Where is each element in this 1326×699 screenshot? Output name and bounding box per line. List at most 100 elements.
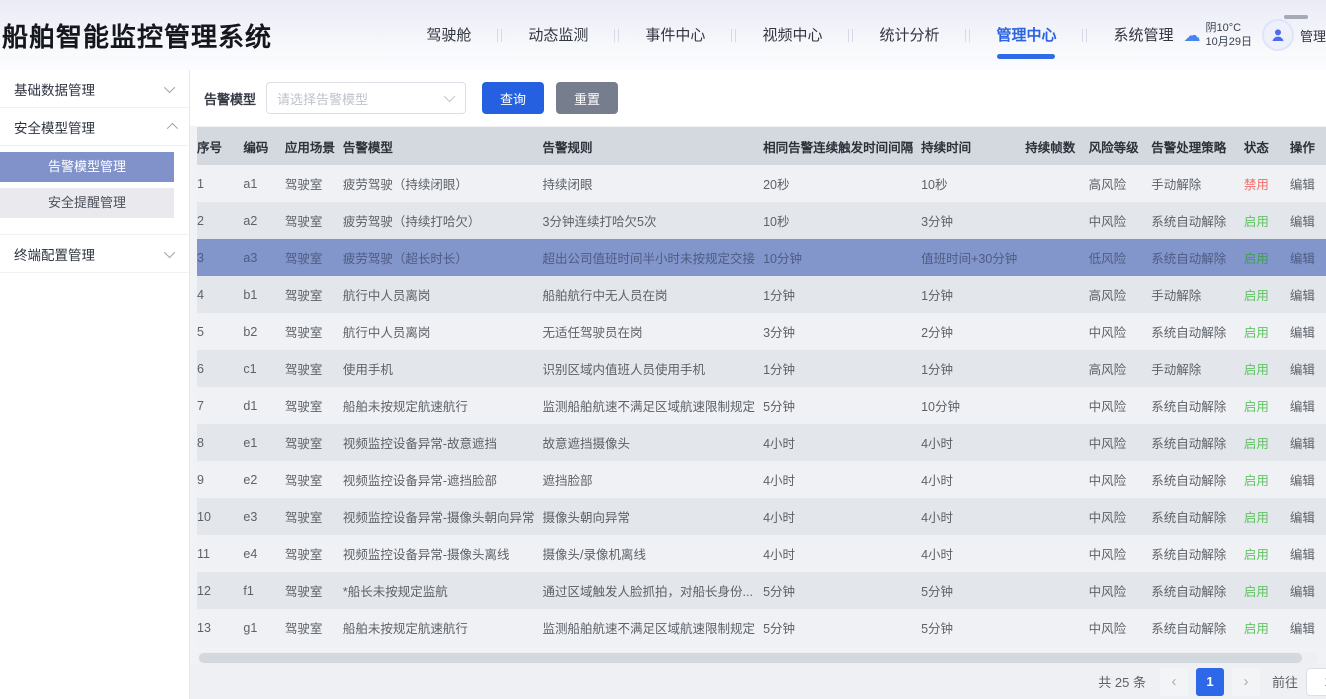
cell-strategy: 系统自动解除: [1151, 572, 1244, 609]
table-row[interactable]: 8e1驾驶室视频监控设备异常-故意遮挡故意遮挡摄像头4小时4小时中风险系统自动解…: [197, 424, 1326, 461]
edit-link[interactable]: 编辑: [1290, 437, 1315, 451]
table-row[interactable]: 12f1驾驶室*船长未按规定监航通过区域触发人脸抓拍，对船长身份...5分钟5分…: [197, 572, 1326, 609]
cell-code: e1: [243, 424, 284, 461]
edit-link[interactable]: 编辑: [1290, 252, 1315, 266]
edit-link[interactable]: 编辑: [1290, 585, 1315, 599]
nav-separator: [614, 29, 619, 42]
cell-rule: 遮挡脸部: [543, 461, 764, 498]
reset-button[interactable]: 重置: [556, 82, 618, 114]
search-button[interactable]: 查询: [482, 82, 544, 114]
edit-link[interactable]: 编辑: [1290, 363, 1315, 377]
edit-link[interactable]: 编辑: [1290, 289, 1315, 303]
chevron-up-icon: [167, 122, 178, 133]
cell-scene: 驾驶室: [285, 535, 343, 572]
cell-risk: 高风险: [1089, 350, 1152, 387]
edit-link[interactable]: 编辑: [1290, 622, 1315, 636]
cell-interval: 4小时: [763, 461, 921, 498]
cell-risk: 中风险: [1089, 572, 1152, 609]
edit-link[interactable]: 编辑: [1290, 474, 1315, 488]
table-row[interactable]: 4b1驾驶室航行中人员离岗船舶航行中无人员在岗1分钟1分钟高风险手动解除启用编辑: [197, 276, 1326, 313]
cell-interval: 20秒: [763, 165, 921, 202]
table-row[interactable]: 2a2驾驶室疲劳驾驶（持续打哈欠）3分钟连续打哈欠5次10秒3分钟中风险系统自动…: [197, 202, 1326, 239]
cell-code: b1: [243, 276, 284, 313]
cell-model: 视频监控设备异常-故意遮挡: [343, 424, 543, 461]
cell-scene: 驾驶室: [285, 165, 343, 202]
cell-no: 5: [197, 313, 243, 350]
sidebar-group-label: 基础数据管理: [14, 79, 95, 99]
edit-link[interactable]: 编辑: [1290, 178, 1315, 192]
cell-action: 编辑: [1290, 498, 1326, 535]
sidebar-group-label: 安全模型管理: [14, 117, 95, 137]
cell-duration: 4小时: [921, 424, 1025, 461]
column-header: 告警模型: [343, 127, 543, 165]
nav-item-video-center[interactable]: 视频中心: [762, 24, 822, 47]
column-header: 状态: [1244, 127, 1290, 165]
cell-action: 编辑: [1290, 424, 1326, 461]
edit-link[interactable]: 编辑: [1290, 326, 1315, 340]
cell-action: 编辑: [1290, 609, 1326, 646]
table-row[interactable]: 3a3驾驶室疲劳驾驶（超长时长）超出公司值班时间半小时未按规定交接10分钟值班时…: [197, 239, 1326, 276]
edit-link[interactable]: 编辑: [1290, 511, 1315, 525]
page-1-button[interactable]: 1: [1196, 668, 1224, 696]
total-count: 共 25 条: [1098, 672, 1146, 691]
table-row[interactable]: 11e4驾驶室视频监控设备异常-摄像头离线摄像头/录像机离线4小时4小时中风险系…: [197, 535, 1326, 572]
table-row[interactable]: 1a1驾驶室疲劳驾驶（持续闭眼）持续闭眼20秒10秒高风险手动解除禁用编辑: [197, 165, 1326, 202]
table-row[interactable]: 5b2驾驶室航行中人员离岗无适任驾驶员在岗3分钟2分钟中风险系统自动解除启用编辑: [197, 313, 1326, 350]
cell-scene: 驾驶室: [285, 424, 343, 461]
cell-action: 编辑: [1290, 572, 1326, 609]
alarm-model-select[interactable]: 请选择告警模型: [266, 82, 466, 114]
cell-model: 视频监控设备异常-遮挡脸部: [343, 461, 543, 498]
nav-item-dynamic-monitoring[interactable]: 动态监测: [528, 24, 588, 47]
nav-separator: [965, 29, 970, 42]
horizontal-scrollbar-thumb[interactable]: [199, 653, 1302, 663]
horizontal-scrollbar-track[interactable]: [197, 652, 1318, 664]
sidebar-group-basic-data-management[interactable]: 基础数据管理: [0, 70, 189, 108]
cell-duration: 10分钟: [921, 387, 1025, 424]
main-nav: 驾驶舱 动态监测 事件中心 视频中心 统计分析 管理中心 系统管理: [426, 24, 1173, 47]
filter-bar: 告警模型 请选择告警模型 查询 重置: [190, 70, 1326, 126]
sidebar-group-terminal-config-management[interactable]: 终端配置管理: [0, 235, 189, 273]
nav-item-statistics[interactable]: 统计分析: [879, 24, 939, 47]
table-row[interactable]: 7d1驾驶室船舶未按规定航速航行监测船舶航速不满足区域航速限制规定5分钟10分钟…: [197, 387, 1326, 424]
cell-no: 9: [197, 461, 243, 498]
cell-frames: [1025, 461, 1088, 498]
cell-scene: 驾驶室: [285, 387, 343, 424]
cell-model: 视频监控设备异常-摄像头离线: [343, 535, 543, 572]
prev-page-button[interactable]: ‹: [1160, 668, 1188, 696]
cell-model: 航行中人员离岗: [343, 313, 543, 350]
sidebar-item-alarm-model-management[interactable]: 告警模型管理: [0, 152, 174, 182]
nav-item-management-center[interactable]: 管理中心: [996, 24, 1056, 47]
cell-action: 编辑: [1290, 387, 1326, 424]
table-row[interactable]: 10e3驾驶室视频监控设备异常-摄像头朝向异常摄像头朝向异常4小时4小时中风险系…: [197, 498, 1326, 535]
cell-action: 编辑: [1290, 239, 1326, 276]
cell-duration: 3分钟: [921, 202, 1025, 239]
nav-item-cockpit[interactable]: 驾驶舱: [426, 24, 471, 47]
cell-frames: [1025, 313, 1088, 350]
edit-link[interactable]: 编辑: [1290, 400, 1315, 414]
nav-separator: [497, 29, 502, 42]
cell-risk: 中风险: [1089, 461, 1152, 498]
cell-model: *船长未按规定监航: [343, 572, 543, 609]
table-row[interactable]: 9e2驾驶室视频监控设备异常-遮挡脸部遮挡脸部4小时4小时中风险系统自动解除启用…: [197, 461, 1326, 498]
sidebar-item-safety-reminder-management[interactable]: 安全提醒管理: [0, 188, 174, 218]
edit-link[interactable]: 编辑: [1290, 548, 1315, 562]
cell-risk: 中风险: [1089, 535, 1152, 572]
user-avatar[interactable]: [1262, 19, 1294, 51]
cell-scene: 驾驶室: [285, 498, 343, 535]
edit-link[interactable]: 编辑: [1290, 215, 1315, 229]
user-name[interactable]: 管理: [1300, 26, 1326, 45]
table-row[interactable]: 6c1驾驶室使用手机识别区域内值班人员使用手机1分钟1分钟高风险手动解除启用编辑: [197, 350, 1326, 387]
goto-page-input[interactable]: [1306, 668, 1326, 696]
nav-item-event-center[interactable]: 事件中心: [645, 24, 705, 47]
cell-no: 2: [197, 202, 243, 239]
cell-scene: 驾驶室: [285, 350, 343, 387]
cell-interval: 4小时: [763, 424, 921, 461]
table-header-row: 序号编码应用场景告警模型告警规则相同告警连续触发时间间隔持续时间持续帧数风险等级…: [197, 127, 1326, 165]
cell-scene: 驾驶室: [285, 239, 343, 276]
cell-rule: 摄像头朝向异常: [543, 498, 764, 535]
sidebar-group-security-model-management[interactable]: 安全模型管理: [0, 108, 189, 146]
next-page-button[interactable]: ›: [1232, 668, 1260, 696]
table-row[interactable]: 13g1驾驶室船舶未按规定航速航行监测船舶航速不满足区域航速限制规定5分钟5分钟…: [197, 609, 1326, 646]
cell-interval: 10秒: [763, 202, 921, 239]
nav-item-system-management[interactable]: 系统管理: [1113, 24, 1173, 47]
